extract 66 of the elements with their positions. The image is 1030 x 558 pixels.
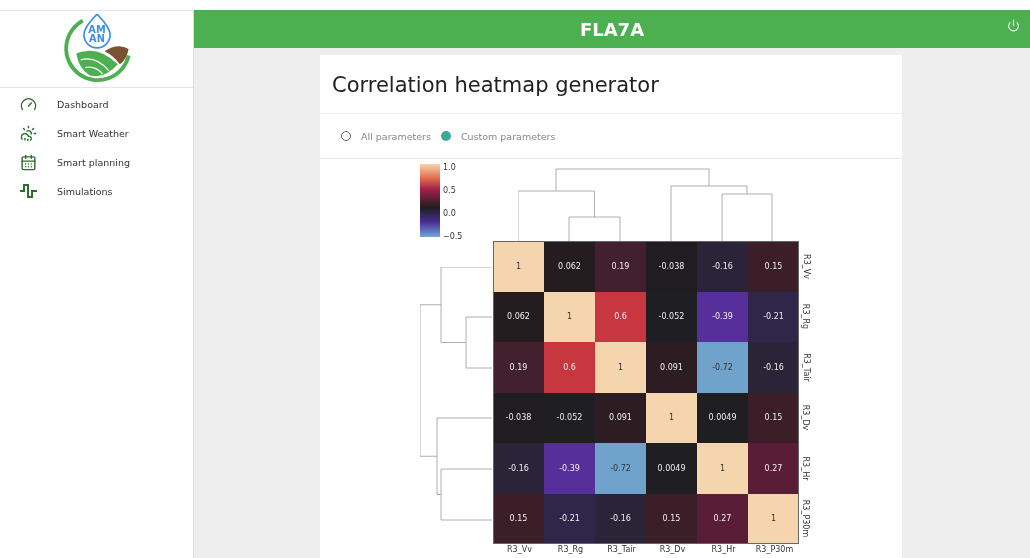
- heatmap-cell: -0.39: [544, 443, 595, 494]
- square-wave-icon: [20, 184, 37, 198]
- heatmap-cell: -0.39: [697, 291, 748, 342]
- heatmap-cell: 0.27: [697, 493, 748, 544]
- app-title: FLA7A: [579, 18, 645, 40]
- heatmap-cell: -0.16: [748, 342, 799, 393]
- power-button[interactable]: [1007, 19, 1020, 32]
- column-label: R3_Rg: [556, 545, 585, 554]
- heatmap-cell: 1: [646, 392, 697, 443]
- row-label: R3_Vv: [801, 253, 811, 279]
- column-label: R3_Tair: [606, 545, 637, 554]
- column-label: R3_P30m: [754, 545, 795, 554]
- colorbar-tick: 0.5: [443, 187, 457, 195]
- radio-label[interactable]: Custom parameters: [460, 130, 556, 142]
- heatmap-cell: 0.19: [493, 342, 544, 393]
- heatmap-cell: 1: [697, 443, 748, 494]
- heatmap-cell: -0.72: [595, 443, 646, 494]
- card-title: Correlation heatmap generator: [320, 55, 902, 114]
- heatmap-cell: 1: [544, 291, 595, 342]
- heatmap-cell: -0.038: [646, 241, 697, 292]
- heatmap-cell: 0.062: [544, 241, 595, 292]
- heatmap-cell: 0.27: [748, 443, 799, 494]
- column-label: R3_Vv: [506, 545, 533, 554]
- row-label: R3_Dv: [801, 405, 811, 431]
- heatmap-cell: -0.72: [697, 342, 748, 393]
- radio-label[interactable]: All parameters: [361, 130, 431, 142]
- heatmap-cell: 0.091: [595, 392, 646, 443]
- colorbar-tick: −0.5: [443, 233, 463, 241]
- heatmap-cell: 0.15: [748, 392, 799, 443]
- sidebar-item[interactable]: Smart Weather: [20, 123, 193, 143]
- radio-button[interactable]: [440, 131, 451, 141]
- sidebar-item[interactable]: Simulations: [20, 181, 193, 201]
- row-label: R3_Rg: [801, 304, 811, 330]
- heatmap-cell: -0.21: [544, 493, 595, 544]
- radio-button[interactable]: [341, 131, 351, 141]
- heatmap-cell: 0.19: [595, 241, 646, 292]
- row-label: R3_P30m: [801, 500, 811, 538]
- heatmap-cell: 1: [493, 241, 544, 292]
- weather-icon: [20, 124, 37, 142]
- heatmap-cell: 0.091: [646, 342, 697, 393]
- heatmap-cell: 0.6: [544, 342, 595, 393]
- heatmap-cell: -0.16: [595, 493, 646, 544]
- gauge-icon: [20, 95, 37, 113]
- heatmap-cell: -0.16: [697, 241, 748, 292]
- colorbar-tick: 0.0: [443, 210, 457, 218]
- heatmap-cell: -0.052: [646, 291, 697, 342]
- heatmap-cell: 0.0049: [697, 392, 748, 443]
- row-label: R3_Hr: [801, 456, 811, 481]
- colorbar-tick: 1.0: [443, 164, 457, 172]
- sidebar-item[interactable]: Dashboard: [20, 94, 193, 114]
- heatmap-cell: -0.16: [493, 443, 544, 494]
- heatmap-cell: -0.21: [748, 291, 799, 342]
- heatmap-cell: 1: [595, 342, 646, 393]
- heatmap-cell: 0.15: [748, 241, 799, 292]
- sidebar-item[interactable]: Smart planning: [20, 152, 193, 172]
- heatmap-cell: 0.062: [493, 291, 544, 342]
- calendar-icon: [20, 153, 37, 171]
- heatmap-cell: -0.052: [544, 392, 595, 443]
- heatmap-cell: 0.15: [646, 493, 697, 544]
- heatmap-cell: 0.6: [595, 291, 646, 342]
- row-label: R3_Tair: [801, 352, 811, 382]
- heatmap-cell: -0.038: [493, 392, 544, 443]
- column-label: R3_Dv: [658, 545, 687, 554]
- logo: AM AN: [60, 14, 133, 84]
- column-label: R3_Hr: [710, 545, 737, 554]
- heatmap-cell: 0.0049: [646, 443, 697, 494]
